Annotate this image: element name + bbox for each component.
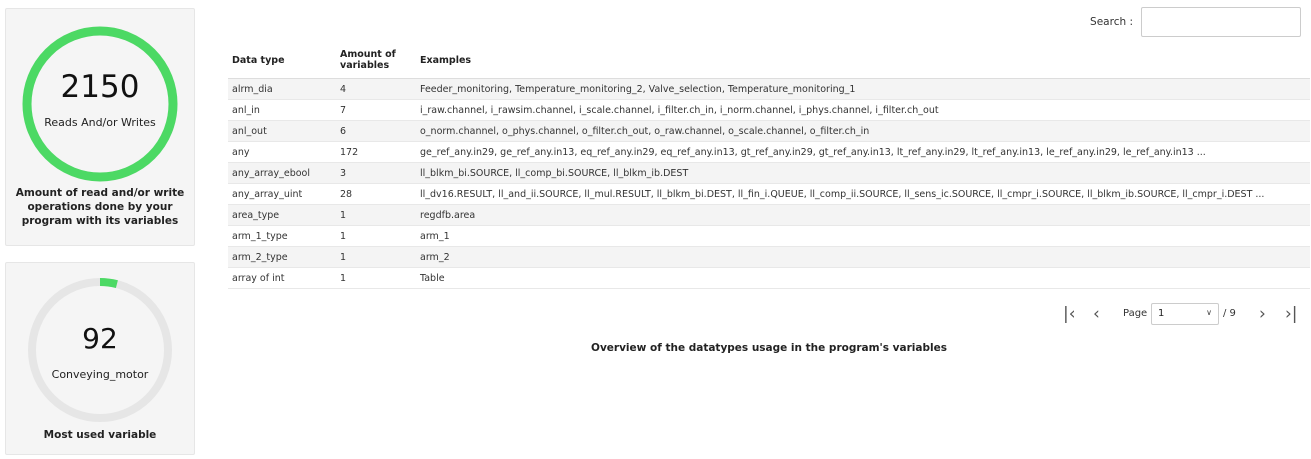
reads-writes-value: 2150 — [60, 69, 140, 105]
cell-examples: ge_ref_any.in29, ge_ref_any.in13, eq_ref… — [416, 141, 1310, 163]
table-row: any 172 ge_ref_any.in29, ge_ref_any.in13, … — [228, 141, 1310, 163]
cell-amount: 7 — [336, 99, 416, 121]
page-label: Page — [1123, 308, 1148, 319]
cell-amount: 1 — [336, 225, 416, 247]
reads-writes-caption: Amount of read and/or write operations d… — [15, 187, 185, 227]
cell-examples: arm_1 — [416, 225, 1310, 247]
table-row: alrm_dia 4 Feeder_monitoring, Temperature_… — [228, 78, 1310, 100]
table-row: any_array_uint 28 ll_dv16.RESULT, ll_and_i… — [228, 183, 1310, 205]
cell-data-type: arm_2_type — [228, 246, 336, 268]
cell-data-type: anl_in — [228, 99, 336, 121]
most-used-variable-caption: Most used variable — [43, 429, 157, 441]
column-header-examples[interactable]: Examples — [416, 42, 1310, 79]
cell-data-type: arm_1_type — [228, 225, 336, 247]
cell-amount: 6 — [336, 120, 416, 142]
table-row: anl_in 7 i_raw.channel, i_rawsim.channel, … — [228, 99, 1310, 121]
cell-amount: 1 — [336, 267, 416, 289]
table-caption: Overview of the datatypes usage in the p… — [591, 342, 947, 354]
cell-data-type: alrm_dia — [228, 78, 336, 100]
cell-data-type: array of int — [228, 267, 336, 289]
reads-writes-gauge: 2150 Reads And/or Writes — [21, 25, 179, 183]
first-page-icon[interactable]: |‹ — [1063, 304, 1076, 324]
table-row: array of int 1 Table — [228, 267, 1310, 289]
table-header-row: Data type Amount of variables Examples — [228, 42, 1310, 79]
search-bar: Search : — [1041, 7, 1301, 37]
cell-amount: 1 — [336, 204, 416, 226]
last-page-icon[interactable]: ›| — [1285, 304, 1298, 324]
table-row: arm_1_type 1 arm_1 — [228, 225, 1310, 247]
chevron-down-icon: ∨ — [1206, 308, 1212, 317]
cell-data-type: any_array_ebool — [228, 162, 336, 184]
page-total: / 9 — [1223, 308, 1236, 319]
cell-data-type: anl_out — [228, 120, 336, 142]
cell-amount: 28 — [336, 183, 416, 205]
cell-examples: arm_2 — [416, 246, 1310, 268]
cell-data-type: any — [228, 141, 336, 163]
page-select-value: 1 — [1158, 308, 1165, 319]
cell-examples: regdfb.area — [416, 204, 1310, 226]
cell-data-type: area_type — [228, 204, 336, 226]
cell-examples: ll_blkm_bi.SOURCE, ll_comp_bi.SOURCE, ll… — [416, 162, 1310, 184]
cell-amount: 3 — [336, 162, 416, 184]
cell-examples: Feeder_monitoring, Temperature_monitorin… — [416, 78, 1310, 100]
cell-examples: ll_dv16.RESULT, ll_and_ii.SOURCE, ll_mul… — [416, 183, 1310, 205]
datatypes-table: Data type Amount of variables Examples a… — [228, 42, 1310, 289]
cell-data-type: any_array_uint — [228, 183, 336, 205]
reads-writes-card: 2150 Reads And/or Writes Amount of read … — [5, 8, 195, 246]
table-row: any_array_ebool 3 ll_blkm_bi.SOURCE, ll_co… — [228, 162, 1310, 184]
most-used-variable-card: 92 Conveying_motor Most used variable — [5, 262, 195, 455]
next-page-icon[interactable]: › — [1259, 304, 1266, 324]
most-used-variable-name: Conveying_motor — [51, 368, 149, 381]
reads-writes-label: Reads And/or Writes — [44, 116, 156, 129]
cell-examples: Table — [416, 267, 1310, 289]
cell-amount: 172 — [336, 141, 416, 163]
cell-examples: o_norm.channel, o_phys.channel, o_filter… — [416, 120, 1310, 142]
table-row: arm_2_type 1 arm_2 — [228, 246, 1310, 268]
cell-amount: 4 — [336, 78, 416, 100]
table-row: anl_out 6 o_norm.channel, o_phys.channel, … — [228, 120, 1310, 142]
search-label: Search : — [1090, 16, 1133, 28]
prev-page-icon[interactable]: ‹ — [1093, 304, 1100, 324]
page-select[interactable]: 1 ∨ — [1151, 303, 1219, 325]
search-input[interactable] — [1141, 7, 1301, 37]
most-used-variable-value: 92 — [82, 322, 118, 355]
cell-amount: 1 — [336, 246, 416, 268]
table-row: area_type 1 regdfb.area — [228, 204, 1310, 226]
column-header-amount[interactable]: Amount of variables — [336, 42, 416, 79]
most-used-variable-gauge: 92 Conveying_motor — [26, 276, 174, 424]
column-header-data-type[interactable]: Data type — [228, 42, 336, 79]
pagination: |‹ ‹ Page 1 ∨ / 9 › ›| — [1063, 303, 1303, 325]
cell-examples: i_raw.channel, i_rawsim.channel, i_scale… — [416, 99, 1310, 121]
